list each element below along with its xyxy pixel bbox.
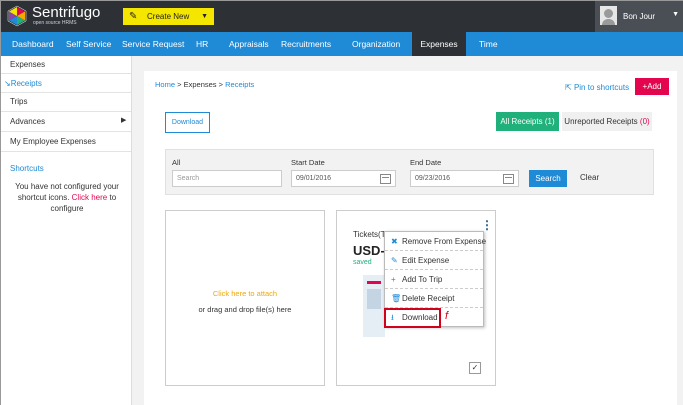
menu-item-edit-expense[interactable]: ✎ Edit Expense <box>385 251 483 270</box>
arrow-icon: ↘ <box>4 79 11 88</box>
sidebar-item-receipts[interactable]: ↘Receipts <box>4 79 42 88</box>
breadcrumb-separator: > <box>218 80 224 89</box>
sidebar-item-my-employee-expenses[interactable]: My Employee Expenses <box>10 137 96 146</box>
menu-item-label: Delete Receipt <box>402 294 455 303</box>
user-name: Bon Jour <box>623 12 656 21</box>
calendar-icon[interactable] <box>503 174 514 184</box>
attach-dropzone[interactable]: Click here to attach or drag and drop fi… <box>165 210 325 386</box>
annotation-marker: f <box>445 310 449 322</box>
clear-button[interactable]: Clear <box>580 173 599 182</box>
divider <box>1 92 131 93</box>
tab-label: All Receipts <box>500 117 543 126</box>
tab-count: (1) <box>544 117 555 126</box>
menu-item-delete-receipt[interactable]: 🗑Delete Receipt <box>385 289 483 308</box>
breadcrumb: Home > Expenses > Receipts <box>155 80 254 89</box>
nav-time[interactable]: Time <box>479 32 498 56</box>
receipt-status: saved <box>353 259 372 266</box>
sentrifugo-logo-icon <box>7 5 27 27</box>
brand-tagline: open source HRMS <box>33 20 77 26</box>
breadcrumb-expenses[interactable]: Expenses <box>184 80 217 89</box>
more-options-icon[interactable]: ⋮ <box>481 218 493 232</box>
edit-icon: ✎ <box>391 256 398 265</box>
divider <box>1 151 131 152</box>
top-bar: Sentrifugo open source HRMS ✎ Create New… <box>1 1 683 32</box>
receipt-category: Tickets(T <box>353 230 386 239</box>
nav-organization[interactable]: Organization <box>352 32 400 56</box>
attach-link[interactable]: Click here to attach <box>166 289 324 298</box>
all-label: All <box>172 158 181 167</box>
divider <box>1 131 131 132</box>
nav-expenses[interactable]: Expenses <box>412 32 466 56</box>
menu-item-label: Edit Expense <box>402 256 450 265</box>
create-new-button[interactable]: ✎ Create New ▼ <box>123 8 214 25</box>
end-date-input[interactable]: 09/23/2016 <box>410 170 519 187</box>
sidebar-item-trips[interactable]: Trips <box>10 97 27 106</box>
shortcuts-message: You have not configured your shortcut ic… <box>7 181 127 214</box>
nav-dashboard[interactable]: Dashboard <box>12 32 54 56</box>
select-checkbox[interactable]: ✓ <box>469 362 481 374</box>
receipt-context-menu: ✖ Remove From Expense ✎ Edit Expense + Add … <box>384 231 487 328</box>
nav-recruitments[interactable]: Recruitments <box>281 32 331 56</box>
breadcrumb-receipts: Receipts <box>225 80 255 89</box>
start-date-label: Start Date <box>291 158 325 167</box>
end-date-value: 09/23/2016 <box>415 175 451 182</box>
breadcrumb-home[interactable]: Home <box>155 80 175 89</box>
shortcuts-title: Shortcuts <box>10 164 44 173</box>
search-input[interactable]: Search <box>172 170 282 187</box>
download-icon: ⭳ <box>391 313 394 322</box>
menu-item-add-to-trip[interactable]: + Add To Trip <box>385 270 483 289</box>
download-button[interactable]: Download <box>165 112 210 133</box>
pin-icon: ⇱ <box>565 83 572 92</box>
end-date-label: End Date <box>410 158 442 167</box>
start-date-input[interactable]: 09/01/2016 <box>291 170 396 187</box>
menu-item-label: Add To Trip <box>402 275 443 284</box>
menu-item-label: Download <box>402 313 438 322</box>
sidebar-item-advances[interactable]: Advances <box>10 117 45 126</box>
sidebar: Expenses ↘Receipts Trips Advances ▶ My E… <box>1 56 132 405</box>
brand-name: Sentrifugo <box>32 4 101 21</box>
menu-item-label: Remove From Expense <box>402 237 487 246</box>
breadcrumb-separator: > <box>177 80 182 89</box>
menu-item-download[interactable]: ⭳ Download <box>384 308 441 328</box>
pin-to-shortcuts-button[interactable]: ⇱ Pin to shortcuts <box>565 83 629 92</box>
search-button[interactable]: Search <box>529 170 567 187</box>
caret-down-icon: ▼ <box>201 13 208 20</box>
pen-icon: ✎ <box>129 11 138 22</box>
sidebar-item-label: Receipts <box>10 79 42 88</box>
calendar-icon[interactable] <box>380 174 391 184</box>
add-button[interactable]: +Add <box>635 78 669 95</box>
tab-all-receipts[interactable]: All Receipts (1) <box>496 112 559 131</box>
create-new-label: Create New <box>147 12 190 21</box>
plus-icon: + <box>391 275 396 284</box>
start-date-value: 09/01/2016 <box>296 175 332 182</box>
filter-panel: All Search Start Date 09/01/2016 End Dat… <box>165 149 654 195</box>
chevron-right-icon: ▶ <box>121 117 127 124</box>
nav-hr[interactable]: HR <box>196 32 208 56</box>
sidebar-item-expenses[interactable]: Expenses <box>10 60 45 69</box>
dropzone-hint: or drag and drop file(s) here <box>198 305 292 314</box>
shortcuts-config-link[interactable]: Click here <box>72 193 108 202</box>
close-icon: ✖ <box>391 237 398 246</box>
nav-self-service[interactable]: Self Service <box>66 32 111 56</box>
pin-label: Pin to shortcuts <box>573 83 630 92</box>
tab-unreported-receipts[interactable]: Unreported Receipts (0) <box>562 112 652 131</box>
user-menu[interactable]: Bon Jour ▼ <box>595 1 683 32</box>
nav-service-request[interactable]: Service Request <box>122 32 184 56</box>
nav-appraisals[interactable]: Appraisals <box>229 32 269 56</box>
trash-icon: 🗑 <box>391 294 402 303</box>
menu-item-remove-from-expense[interactable]: ✖ Remove From Expense <box>385 232 487 251</box>
main-nav: Dashboard Self Service Service Request H… <box>1 32 683 56</box>
add-label: Add <box>647 82 662 91</box>
avatar <box>600 6 617 25</box>
tab-label: Unreported Receipts <box>564 117 638 126</box>
divider <box>1 111 131 112</box>
tab-count: (0) <box>639 117 650 126</box>
divider <box>1 73 131 74</box>
caret-down-icon: ▼ <box>672 11 679 18</box>
receipt-thumbnail[interactable] <box>363 275 385 337</box>
